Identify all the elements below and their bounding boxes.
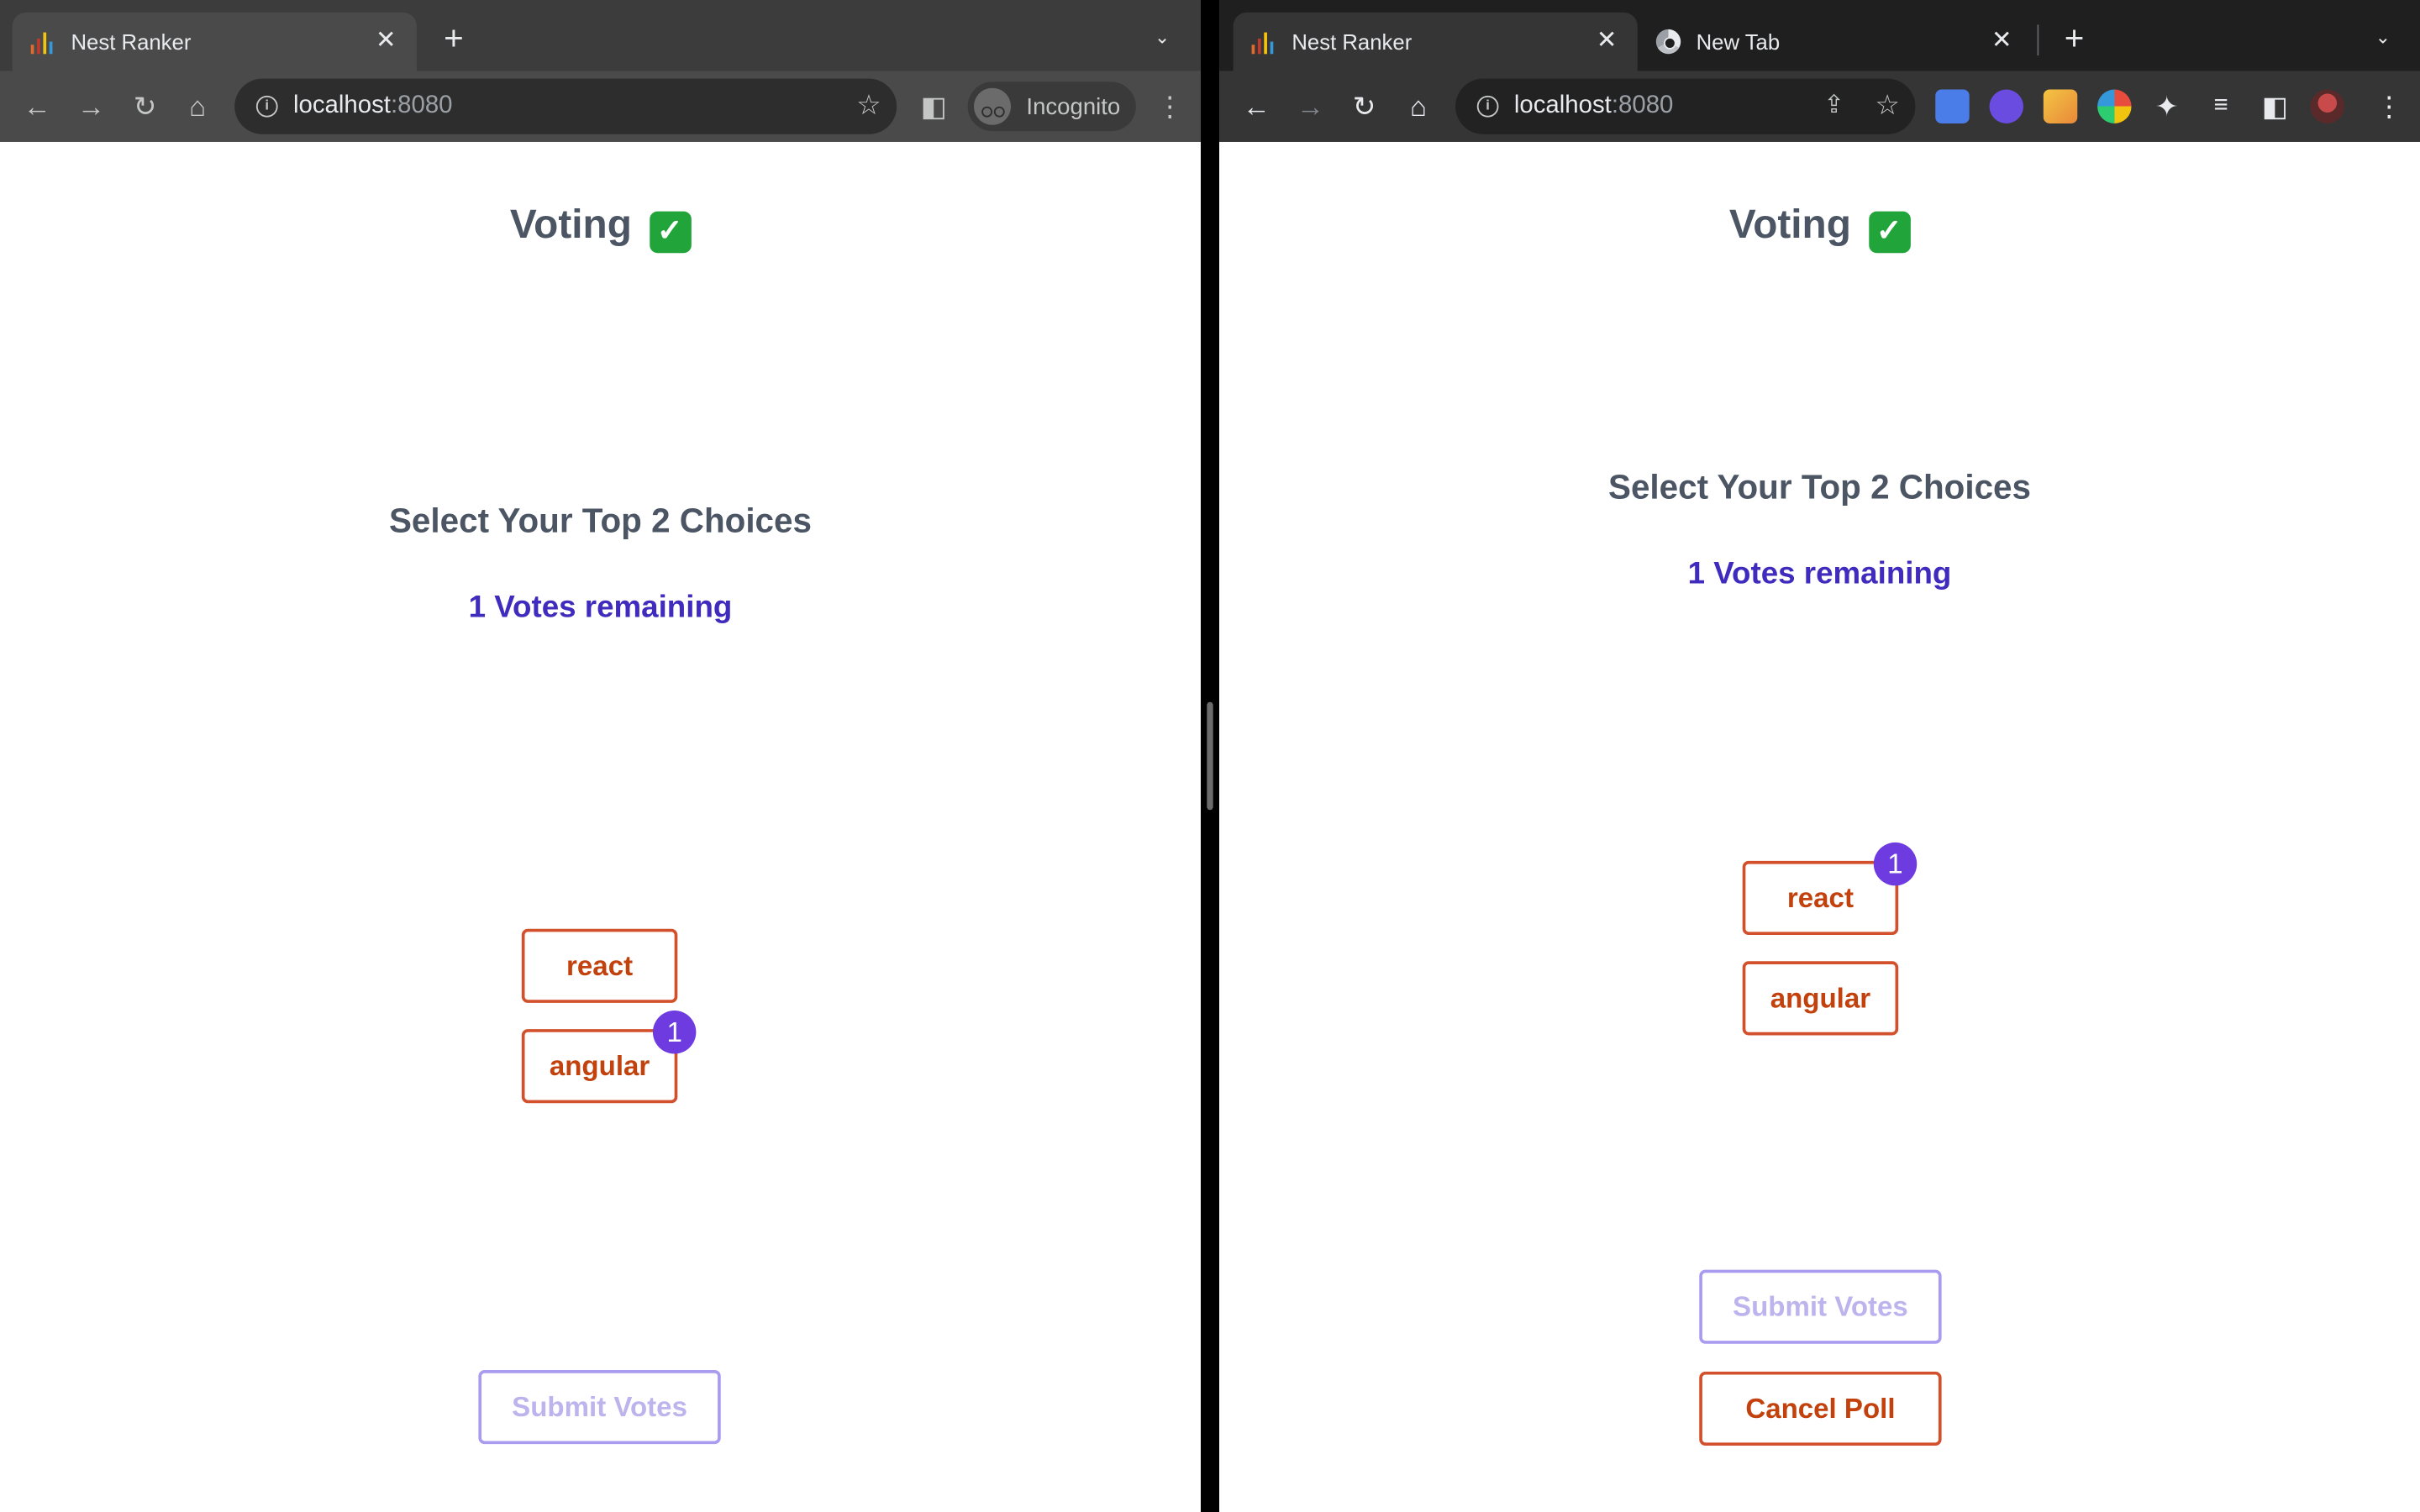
voting-page: Voting ✓ Select Your Top 2 Choices 1 Vot… [0, 141, 1201, 1512]
url-port: :8080 [390, 92, 453, 119]
tab-nest-ranker[interactable]: Nest Ranker ✕ [1233, 12, 1638, 71]
nest-ranker-favicon-icon [1251, 29, 1276, 55]
toolbar: ← → ↻ ⌂ i localhost:8080 ⇪ ☆ ✦ ≡ ◧ ⋮ [1219, 71, 2420, 142]
tab-strip: Nest Ranker ✕ + ⌄ [0, 0, 1201, 71]
extension-purple-icon[interactable] [1989, 89, 2023, 123]
tab-strip: Nest Ranker ✕ New Tab ✕ + ⌄ [1219, 0, 2420, 71]
tab-close-icon[interactable]: ✕ [1986, 26, 2018, 57]
choice-angular-button[interactable]: angular 1 [521, 1011, 697, 1104]
browser-menu-kebab-icon[interactable]: ⋮ [2375, 90, 2403, 123]
check-mark-icon: ✓ [649, 211, 692, 254]
reload-icon[interactable]: ↻ [1347, 90, 1381, 123]
new-tab-button[interactable]: + [437, 21, 471, 55]
extensions-puzzle-icon[interactable]: ✦ [2150, 90, 2184, 123]
voting-page: Voting ✓ Select Your Top 2 Choices 1 Vot… [1219, 141, 2420, 1512]
forward-arrow-icon[interactable]: → [1293, 90, 1327, 123]
choice-label: react [566, 950, 634, 982]
nest-ranker-favicon-icon [30, 29, 55, 55]
rank-badge: 1 [652, 1011, 697, 1054]
page-title: Voting ✓ [1219, 200, 2420, 254]
share-icon[interactable]: ⇪ [1823, 90, 1844, 121]
choice-label: react [1786, 882, 1854, 914]
chrome-icon [1655, 29, 1681, 55]
back-arrow-icon[interactable]: ← [1239, 90, 1273, 123]
votes-remaining-text: 1 Votes remaining [468, 591, 733, 625]
address-bar[interactable]: i localhost:8080 ⇪ ☆ [1455, 78, 1916, 134]
tab-close-icon[interactable]: ✕ [371, 26, 402, 57]
submit-votes-button[interactable]: Submit Votes [1699, 1269, 1942, 1344]
page-title-text: Voting [1728, 200, 1851, 247]
check-mark-icon: ✓ [1868, 211, 1911, 254]
browser-menu-kebab-icon[interactable]: ⋮ [1156, 90, 1184, 123]
home-icon[interactable]: ⌂ [1402, 90, 1435, 123]
tab-close-icon[interactable]: ✕ [1591, 26, 1623, 57]
right-browser-window: Nest Ranker ✕ New Tab ✕ + ⌄ ← → ↻ ⌂ i lo… [1219, 0, 2420, 1512]
choice-label: angular [1770, 983, 1871, 1014]
submit-votes-button[interactable]: Submit Votes [478, 1370, 721, 1445]
home-icon[interactable]: ⌂ [181, 90, 214, 123]
tab-search-chevron-down-icon[interactable]: ⌄ [1150, 24, 1174, 49]
extension-color-icon[interactable] [2097, 89, 2132, 123]
choice-react-button[interactable]: react [521, 928, 678, 1003]
back-arrow-icon[interactable]: ← [20, 90, 54, 123]
toolbar: ← → ↻ ⌂ i localhost:8080 ☆ ◧ Incognito ⋮ [0, 71, 1201, 142]
url-port: :8080 [1611, 92, 1674, 119]
rank-badge: 1 [1873, 842, 1918, 886]
reading-list-icon[interactable]: ≡ [2204, 90, 2238, 123]
divider-grip[interactable] [1207, 701, 1213, 811]
choice-label: angular [549, 1050, 650, 1082]
tab-nest-ranker[interactable]: Nest Ranker ✕ [12, 12, 417, 71]
choice-react-button[interactable]: react 1 [1742, 842, 1918, 936]
tab-title: Nest Ranker [71, 29, 192, 55]
site-info-icon[interactable]: i [255, 95, 278, 118]
incognito-indicator[interactable]: Incognito [967, 81, 1136, 132]
reload-icon[interactable]: ↻ [128, 90, 161, 123]
translate-extension-icon[interactable] [1935, 89, 1970, 123]
new-tab-button[interactable]: + [2057, 21, 2091, 55]
url-host: localhost [1513, 92, 1612, 119]
tab-title: New Tab [1696, 29, 1781, 55]
select-choices-heading: Select Your Top 2 Choices [1607, 467, 2031, 507]
bookmark-star-icon[interactable]: ☆ [856, 90, 881, 123]
window-divider[interactable] [1200, 0, 1220, 1512]
site-info-icon[interactable]: i [1476, 95, 1499, 118]
tab-new-tab[interactable]: New Tab ✕ [1638, 13, 2033, 71]
page-title-text: Voting [509, 200, 632, 247]
left-browser-window: Nest Ranker ✕ + ⌄ ← → ↻ ⌂ i localhost:80… [0, 0, 1201, 1512]
side-panel-icon[interactable]: ◧ [917, 90, 950, 123]
bookmark-star-icon[interactable]: ☆ [1875, 90, 1900, 123]
side-panel-icon[interactable]: ◧ [2258, 90, 2291, 123]
extension-notes-icon[interactable] [2043, 89, 2078, 123]
cancel-poll-button[interactable]: Cancel Poll [1699, 1371, 1942, 1446]
choice-angular-button[interactable]: angular [1742, 961, 1899, 1036]
forward-arrow-icon[interactable]: → [74, 90, 108, 123]
tab-search-chevron-down-icon[interactable]: ⌄ [2370, 24, 2395, 49]
url-host: localhost [292, 92, 391, 119]
votes-remaining-text: 1 Votes remaining [1687, 557, 1952, 591]
incognito-icon [973, 87, 1012, 125]
profile-avatar[interactable] [2310, 89, 2345, 123]
tab-separator [2037, 24, 2039, 56]
page-title: Voting ✓ [0, 200, 1201, 254]
address-bar[interactable]: i localhost:8080 ☆ [234, 78, 897, 134]
incognito-label: Incognito [1026, 93, 1121, 120]
select-choices-heading: Select Your Top 2 Choices [388, 501, 812, 540]
tab-title: Nest Ranker [1292, 29, 1413, 55]
